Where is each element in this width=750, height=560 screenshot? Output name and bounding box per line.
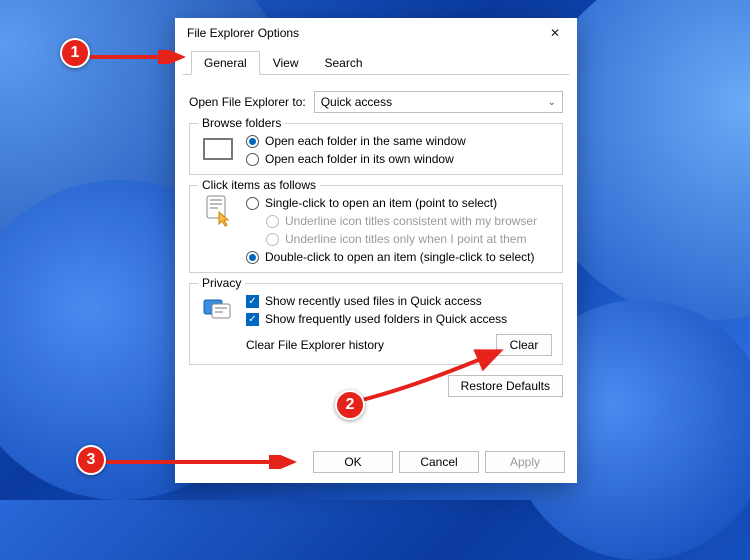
click-items-legend: Click items as follows [198,178,320,192]
click-items-icon [200,196,236,226]
radio-icon [246,197,259,210]
annotation-badge-1: 1 [60,38,90,68]
radio-same-window[interactable]: Open each folder in the same window [246,134,552,148]
tab-strip: General View Search [183,50,569,75]
open-to-label: Open File Explorer to: [189,95,306,109]
open-to-value: Quick access [321,95,392,109]
titlebar[interactable]: File Explorer Options ✕ [175,18,577,48]
annotation-badge-3: 3 [76,445,106,475]
radio-icon [246,153,259,166]
checkbox-recent-files[interactable]: Show recently used files in Quick access [246,294,552,308]
tab-general[interactable]: General [191,51,260,75]
apply-button: Apply [485,451,565,473]
window-title: File Explorer Options [187,26,535,40]
close-button[interactable]: ✕ [535,18,575,48]
privacy-icon [200,294,236,324]
radio-label: Open each folder in its own window [265,152,454,166]
radio-underline-browser: Underline icon titles consistent with my… [246,214,552,228]
radio-label: Open each folder in the same window [265,134,466,148]
annotation-arrow-3 [106,455,301,469]
checkbox-icon [246,295,259,308]
radio-label: Single-click to open an item (point to s… [265,196,497,210]
tab-view[interactable]: View [260,51,312,75]
annotation-badge-2: 2 [335,390,365,420]
chevron-down-icon: ⌄ [548,97,556,108]
radio-label: Double-click to open an item (single-cli… [265,250,534,264]
checkbox-label: Show frequently used folders in Quick ac… [265,312,507,326]
browse-folders-icon [200,134,236,164]
radio-label: Underline icon titles consistent with my… [285,214,537,228]
close-icon: ✕ [550,26,560,40]
checkbox-frequent-folders[interactable]: Show frequently used folders in Quick ac… [246,312,552,326]
annotation-arrow-1 [90,50,190,64]
radio-icon [266,215,279,228]
click-items-group: Click items as follows Single-click to o… [189,185,563,273]
cancel-button[interactable]: Cancel [399,451,479,473]
ok-button[interactable]: OK [313,451,393,473]
file-explorer-options-dialog: File Explorer Options ✕ General View Sea… [175,18,577,483]
radio-icon [266,233,279,246]
checkbox-label: Show recently used files in Quick access [265,294,482,308]
radio-icon [246,251,259,264]
browse-folders-legend: Browse folders [198,116,285,130]
open-to-select[interactable]: Quick access ⌄ [314,91,563,113]
radio-single-click[interactable]: Single-click to open an item (point to s… [246,196,552,210]
radio-icon [246,135,259,148]
checkbox-icon [246,313,259,326]
radio-label: Underline icon titles only when I point … [285,232,526,246]
radio-own-window[interactable]: Open each folder in its own window [246,152,552,166]
radio-double-click[interactable]: Double-click to open an item (single-cli… [246,250,552,264]
browse-folders-group: Browse folders Open each folder in the s… [189,123,563,175]
radio-underline-point: Underline icon titles only when I point … [246,232,552,246]
tab-search[interactable]: Search [312,51,376,75]
privacy-legend: Privacy [198,276,245,290]
annotation-arrow-2 [360,345,510,405]
